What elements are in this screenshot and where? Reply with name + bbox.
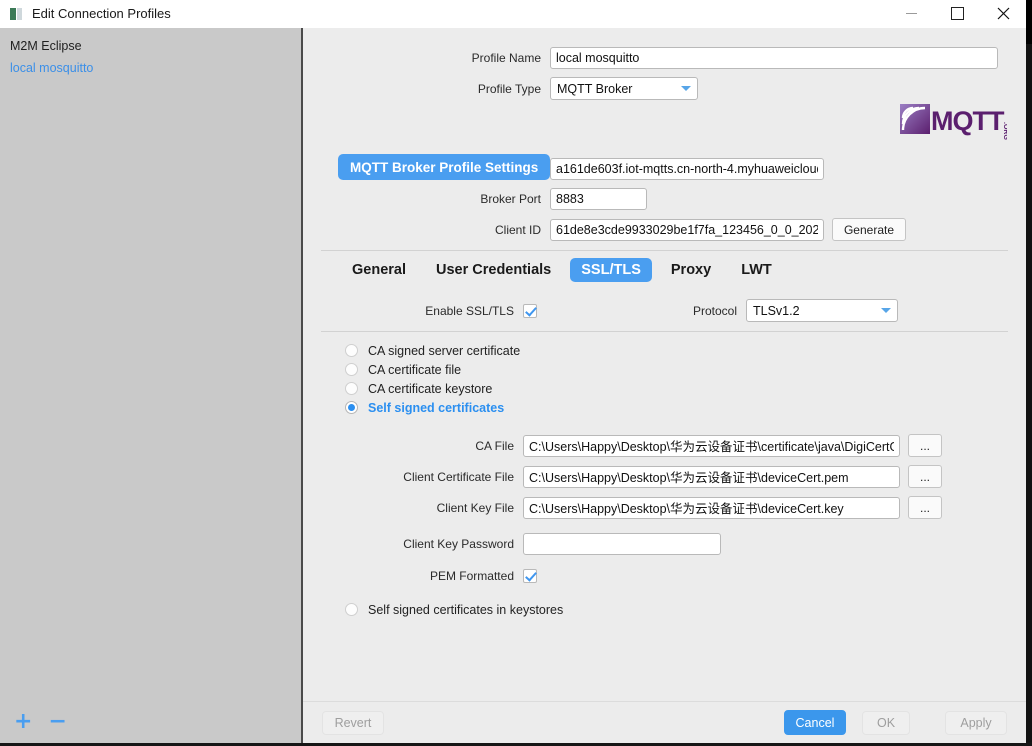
protocol-label: Protocol xyxy=(692,303,737,318)
tab-lwt[interactable]: LWT xyxy=(730,258,783,282)
protocol-select[interactable]: TLSv1.2 xyxy=(746,299,898,322)
certificate-mode-radio-group: CA signed server certificate CA certific… xyxy=(303,332,1026,417)
client-certificate-file-row: Client Certificate File ... xyxy=(303,465,1026,488)
radio-ca-certificate-file[interactable]: CA certificate file xyxy=(303,360,1026,379)
maximize-button[interactable] xyxy=(934,0,980,27)
client-certificate-file-label: Client Certificate File xyxy=(403,469,514,484)
client-id-row: Client ID Generate xyxy=(303,218,1026,241)
maximize-icon xyxy=(950,7,964,20)
client-id-input[interactable] xyxy=(550,218,824,241)
enable-ssl-checkbox[interactable] xyxy=(523,303,537,318)
profile-type-value: MQTT Broker xyxy=(557,81,633,96)
profile-item-label: M2M Eclipse xyxy=(10,39,82,53)
chevron-down-icon xyxy=(681,86,691,91)
window-title: Edit Connection Profiles xyxy=(32,6,171,21)
protocol-value: TLSv1.2 xyxy=(753,303,800,318)
radio-self-signed-certificates-in-keystores[interactable]: Self signed certificates in keystores xyxy=(303,600,1026,619)
ca-file-browse-button[interactable]: ... xyxy=(908,434,942,457)
radio-icon xyxy=(345,382,358,395)
client-key-password-label: Client Key Password xyxy=(403,537,514,551)
profile-list-item-local-mosquitto[interactable]: local mosquitto xyxy=(0,57,301,79)
client-certificate-browse-button[interactable]: ... xyxy=(908,465,942,488)
close-icon xyxy=(997,7,1009,20)
client-id-label: Client ID xyxy=(494,222,541,237)
window-controls xyxy=(888,0,1026,27)
client-key-file-label: Client Key File xyxy=(436,500,514,515)
dialog-footer: Revert Cancel OK Apply xyxy=(303,701,1026,743)
add-profile-icon[interactable]: + xyxy=(14,711,32,733)
radio-icon-selected xyxy=(345,401,358,414)
profile-name-row: Profile Name xyxy=(303,47,1026,69)
radio-ca-certificate-keystore[interactable]: CA certificate keystore xyxy=(303,379,1026,398)
ca-file-row: CA File ... xyxy=(303,434,1026,457)
tab-proxy[interactable]: Proxy xyxy=(660,258,722,282)
mqtt-logo: MQTT .ORG xyxy=(900,102,1009,140)
radio-icon xyxy=(345,363,358,376)
ca-file-label: CA File xyxy=(475,438,514,453)
broker-port-label: Broker Port xyxy=(480,192,541,206)
profile-list: M2M Eclipse local mosquitto xyxy=(0,28,301,79)
radio-label: CA signed server certificate xyxy=(368,343,521,358)
remove-profile-icon[interactable]: − xyxy=(48,711,66,733)
revert-button[interactable]: Revert xyxy=(322,711,384,735)
client-key-password-row: Client Key Password xyxy=(303,533,1026,555)
profile-name-label: Profile Name xyxy=(471,51,541,65)
certificate-file-form: CA File ... Client Certificate File ... … xyxy=(303,417,1026,619)
radio-self-signed-certificates[interactable]: Self signed certificates xyxy=(303,398,1026,417)
radio-icon xyxy=(345,603,358,616)
pem-formatted-checkbox[interactable] xyxy=(523,569,537,583)
profile-type-row: Profile Type MQTT Broker xyxy=(303,77,1026,100)
generate-client-id-button[interactable]: Generate xyxy=(832,218,906,241)
title-bar: Edit Connection Profiles xyxy=(0,0,1026,28)
profile-type-select[interactable]: MQTT Broker xyxy=(550,77,698,100)
client-key-file-row: Client Key File ... xyxy=(303,496,1026,519)
pem-formatted-row: PEM Formatted xyxy=(303,569,1026,583)
profile-type-label: Profile Type xyxy=(477,81,541,96)
profile-header-form: Profile Name Profile Type MQTT Broker xyxy=(303,28,1026,100)
broker-port-row: Broker Port xyxy=(303,188,1026,210)
sidebar-actions: + − xyxy=(0,701,301,743)
radio-label: Self signed certificates in keystores xyxy=(368,602,564,617)
close-button[interactable] xyxy=(980,0,1026,27)
profiles-sidebar: M2M Eclipse local mosquitto + − xyxy=(0,28,303,743)
app-icon xyxy=(10,7,24,21)
svg-text:MQTT: MQTT xyxy=(931,106,1005,136)
client-certificate-file-input[interactable] xyxy=(523,465,900,488)
radio-icon xyxy=(345,344,358,357)
radio-ca-signed-server-certificate[interactable]: CA signed server certificate xyxy=(303,341,1026,360)
radio-label: CA certificate file xyxy=(368,362,462,377)
radio-label: Self signed certificates xyxy=(368,400,505,415)
tab-ssl-tls[interactable]: SSL/TLS xyxy=(570,258,652,282)
radio-label: CA certificate keystore xyxy=(368,381,493,396)
minimize-button[interactable] xyxy=(888,0,934,27)
pem-formatted-label: PEM Formatted xyxy=(429,569,514,583)
tab-user-credentials[interactable]: User Credentials xyxy=(425,258,562,282)
settings-tabs: General User Credentials SSL/TLS Proxy L… xyxy=(303,251,1026,289)
broker-port-input[interactable] xyxy=(550,188,647,210)
client-key-password-input[interactable] xyxy=(523,533,721,555)
chevron-down-icon xyxy=(881,308,891,313)
profile-list-item-m2m-eclipse[interactable]: M2M Eclipse xyxy=(0,35,301,57)
profile-editor-panel: MQTT .ORG Profile Name Profile Type MQTT… xyxy=(303,28,1026,743)
mqtt-broker-profile-settings-button[interactable]: MQTT Broker Profile Settings xyxy=(338,154,551,180)
client-key-browse-button[interactable]: ... xyxy=(908,496,942,519)
minimize-icon xyxy=(905,13,917,14)
profile-item-label: local mosquitto xyxy=(10,61,94,75)
apply-button[interactable]: Apply xyxy=(945,711,1007,735)
edit-connection-profiles-window: Edit Connection Profiles M2M Eclipse loc… xyxy=(0,0,1026,743)
broker-address-input[interactable] xyxy=(550,158,824,180)
client-key-file-input[interactable] xyxy=(523,496,900,519)
enable-ssl-label: Enable SSL/TLS xyxy=(425,303,514,318)
window-body: M2M Eclipse local mosquitto + − MQTT .OR… xyxy=(0,28,1026,743)
ok-button[interactable]: OK xyxy=(862,711,910,735)
cancel-button[interactable]: Cancel xyxy=(784,710,846,735)
enable-ssl-row: Enable SSL/TLS Protocol TLSv1.2 xyxy=(303,299,1026,322)
svg-text:.ORG: .ORG xyxy=(1002,122,1007,140)
ca-file-input[interactable] xyxy=(523,434,900,457)
profile-name-input[interactable] xyxy=(550,47,998,69)
tab-general[interactable]: General xyxy=(341,258,417,282)
